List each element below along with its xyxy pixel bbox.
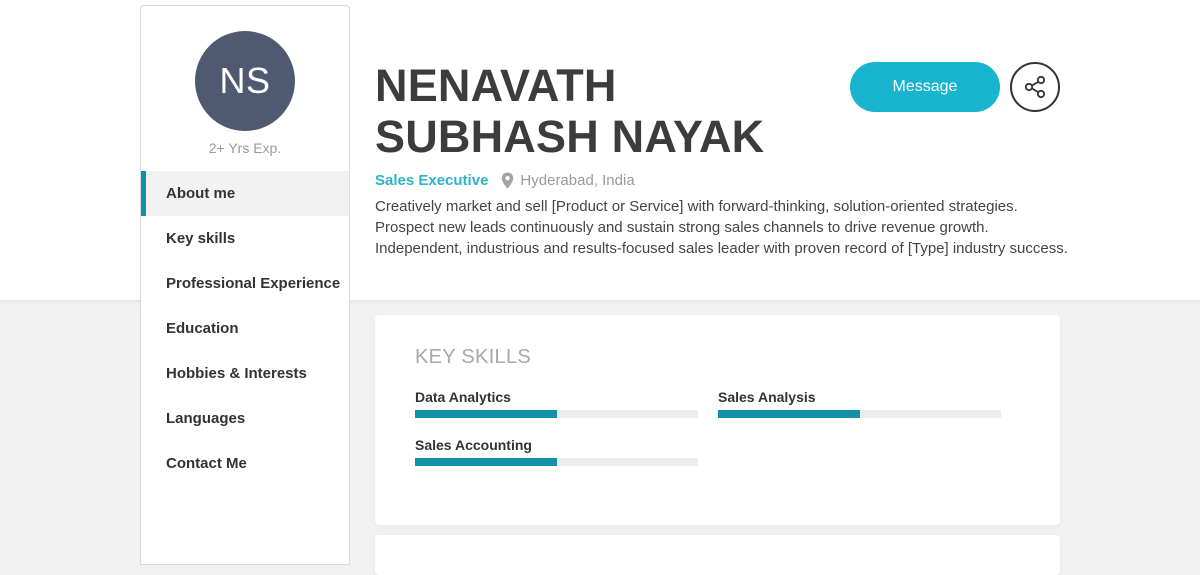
share-icon [1024, 75, 1046, 99]
sidebar-item-label: Hobbies & Interests [166, 365, 307, 382]
skill-bar-fill [415, 458, 557, 466]
sidebar-item-education[interactable]: Education [141, 306, 349, 351]
location-text: Hyderabad, India [520, 171, 635, 189]
message-button[interactable]: Message [850, 62, 1000, 112]
sidebar-item-key-skills[interactable]: Key skills [141, 216, 349, 261]
profile-name: NENAVATH SUBHASH NAYAK [375, 60, 765, 162]
sidebar-item-label: Education [166, 320, 239, 337]
next-section-card [375, 535, 1060, 575]
skill-bar [415, 458, 698, 466]
skill-item: Sales Analysis [718, 389, 1001, 418]
sidebar-nav: About me Key skills Professional Experie… [141, 171, 349, 486]
skill-bar-fill [718, 410, 860, 418]
skill-bar [718, 410, 1001, 418]
experience-label: 2+ Yrs Exp. [208, 140, 282, 156]
skill-name: Sales Analysis [718, 389, 816, 405]
sidebar-item-professional-experience[interactable]: Professional Experience [141, 261, 349, 306]
sidebar-item-label: About me [166, 185, 236, 202]
avatar: NS [195, 31, 295, 131]
share-button[interactable] [1010, 62, 1060, 112]
sidebar-item-label: Professional Experience [166, 275, 341, 292]
location-pin-icon [501, 172, 514, 189]
skill-name: Data Analytics [415, 389, 511, 405]
skill-item: Data Analytics [415, 389, 698, 418]
sidebar-item-contact-me[interactable]: Contact Me [141, 441, 349, 486]
sidebar-item-label: Contact Me [166, 455, 247, 472]
sidebar-item-languages[interactable]: Languages [141, 396, 349, 441]
key-skills-card: KEY SKILLS Data Analytics Sales Analysis… [375, 315, 1060, 525]
sidebar-item-about-me[interactable]: About me [141, 171, 349, 216]
sidebar-item-label: Languages [166, 410, 246, 427]
skill-name: Sales Accounting [415, 437, 532, 453]
sidebar-item-label: Key skills [166, 230, 236, 247]
profile-meta: Sales Executive Hyderabad, India [375, 169, 635, 191]
avatar-initials: NS [219, 60, 271, 101]
sidebar-item-hobbies-interests[interactable]: Hobbies & Interests [141, 351, 349, 396]
skill-item: Sales Accounting [415, 437, 698, 466]
profile-sidebar: NS 2+ Yrs Exp. About me Key skills Profe… [140, 5, 350, 565]
section-title: KEY SKILLS [415, 346, 532, 368]
job-title: Sales Executive [375, 171, 489, 189]
skill-bar-fill [415, 410, 557, 418]
skill-bar [415, 410, 698, 418]
profile-summary: Creatively market and sell [Product or S… [375, 198, 1068, 257]
